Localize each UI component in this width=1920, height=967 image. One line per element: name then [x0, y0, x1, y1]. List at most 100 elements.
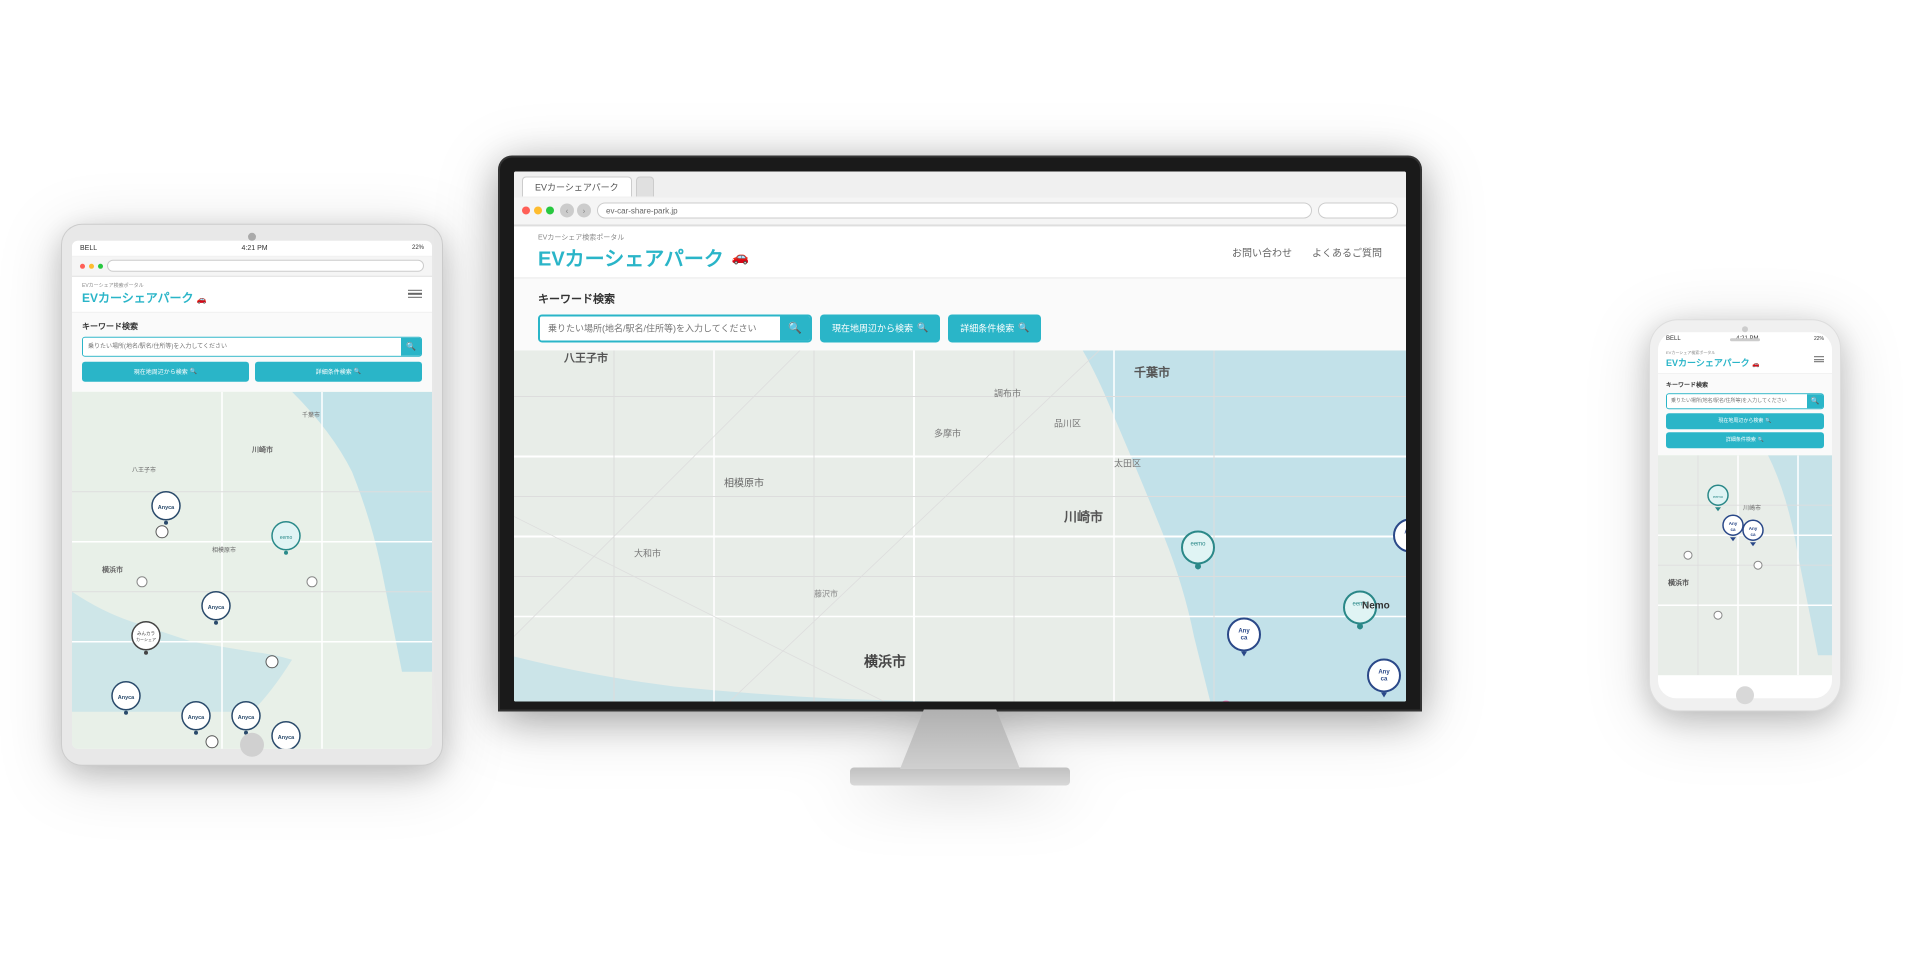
svg-text:Any: Any [1749, 526, 1758, 531]
svg-text:横浜市: 横浜市 [1668, 578, 1689, 587]
tablet-address-bar[interactable] [107, 260, 424, 272]
search-section: キーワード検索 🔍 現在地周辺から検索 🔍 詳細条件検索 [514, 278, 1406, 350]
keyword-search-box: 🔍 [538, 314, 812, 342]
nav-contact[interactable]: お問い合わせ [1232, 244, 1292, 259]
detail-btn-icon: 🔍 [1018, 322, 1029, 333]
phone-hamburger-line-1 [1814, 356, 1824, 357]
tl-red[interactable] [522, 206, 530, 214]
monitor-base [850, 767, 1070, 785]
tablet-hamburger-icon[interactable] [408, 290, 422, 299]
phone-detail-button[interactable]: 詳細条件検索 🔍 [1666, 432, 1824, 448]
forward-button[interactable]: › [577, 203, 591, 217]
phone-outer: BELL 4:21 PM 22% EVカーシェア検索ポータル EVカーシェアパー… [1650, 320, 1840, 710]
svg-text:藤沢市: 藤沢市 [814, 588, 838, 598]
phone-battery: 22% [1814, 336, 1824, 342]
phone-hamburger-line-2 [1814, 359, 1824, 360]
phone-location-icon: 🔍 [1765, 418, 1771, 424]
tablet-search-row: 🔍 [82, 336, 422, 356]
tl-yellow[interactable] [534, 206, 542, 214]
monitor-stand [900, 709, 1020, 769]
tablet-btn-row: 現在地周辺から検索 🔍 詳細条件検索 🔍 [82, 361, 422, 381]
tablet-detail-button[interactable]: 詳細条件検索 🔍 [255, 361, 422, 381]
back-button[interactable]: ‹ [560, 203, 574, 217]
tablet-tl-red [80, 263, 85, 268]
tablet-search-input[interactable] [83, 337, 401, 355]
browser-search[interactable] [1318, 202, 1398, 218]
svg-text:カーシェア: カーシェア [136, 636, 156, 641]
svg-text:Any: Any [1238, 628, 1250, 634]
phone-hamburger-icon[interactable] [1814, 356, 1824, 362]
address-bar[interactable]: ev-car-share-park.jp [597, 202, 1312, 218]
phone-location-button[interactable]: 現在地周辺から検索 🔍 [1666, 413, 1824, 429]
svg-text:横浜市: 横浜市 [864, 653, 906, 669]
search-section-title: キーワード検索 [538, 290, 1382, 306]
tablet-keyword-box: 🔍 [82, 336, 422, 356]
phone-site-header: EVカーシェア検索ポータル EVカーシェアパーク 🚗 [1658, 346, 1832, 374]
keyword-search-button[interactable]: 🔍 [780, 316, 810, 340]
svg-text:相模原市: 相模原市 [724, 476, 764, 489]
tablet-logo-car-icon: 🚗 [197, 295, 207, 304]
browser-tab-inactive[interactable] [636, 176, 654, 196]
svg-text:調布市: 調布市 [994, 387, 1021, 398]
tablet-search-button[interactable]: 🔍 [401, 337, 421, 355]
browser-controls: ‹ › ev-car-share-park.jp [514, 197, 1406, 225]
svg-text:相模原市: 相模原市 [212, 545, 236, 553]
browser-tabs-bar: EVカーシェアパーク [514, 171, 1406, 197]
svg-text:多摩市: 多摩市 [934, 427, 961, 438]
tablet-location-button[interactable]: 現在地周辺から検索 🔍 [82, 361, 249, 381]
phone-search-button[interactable]: 🔍 [1807, 394, 1823, 408]
phone-carrier: BELL [1666, 336, 1681, 342]
detail-search-button[interactable]: 詳細条件検索 🔍 [948, 314, 1041, 342]
phone-home-button[interactable] [1736, 686, 1754, 704]
map-container[interactable]: 八王子市 千葉市 川崎市 横浜市 相模原市 多摩市 調布市 品川区 太田区 大和… [514, 350, 1406, 701]
svg-text:ca: ca [1381, 676, 1388, 682]
keyword-search-input[interactable] [540, 316, 780, 340]
svg-text:Any: Any [1729, 521, 1738, 526]
tablet-hamburger-line-2 [408, 293, 422, 295]
detail-btn-label: 詳細条件検索 [960, 321, 1014, 334]
tablet-logo-main: EVカーシェアパーク 🚗 [82, 289, 207, 306]
tl-green[interactable] [546, 206, 554, 214]
location-btn-label: 現在地周辺から検索 [832, 321, 913, 334]
address-text: ev-car-share-park.jp [606, 206, 678, 215]
svg-text:川崎市: 川崎市 [251, 444, 273, 453]
svg-text:ca: ca [1750, 532, 1756, 537]
location-btn-icon: 🔍 [917, 322, 928, 333]
tablet-hamburger-line-1 [408, 290, 422, 292]
phone-detail-label: 詳細条件検索 [1726, 436, 1756, 443]
browser-tab-label: EVカーシェアパーク [535, 180, 619, 193]
phone-camera [1742, 326, 1748, 332]
tablet-screen: BELL 4:21 PM 22% EVカーシェア検索ポータル [72, 240, 432, 748]
traffic-lights [522, 206, 554, 214]
svg-text:千葉市: 千葉市 [302, 410, 320, 418]
site-navigation: お問い合わせ よくあるご質問 [1232, 244, 1382, 259]
phone-screen: BELL 4:21 PM 22% EVカーシェア検索ポータル EVカーシェアパー… [1658, 332, 1832, 698]
svg-text:ca: ca [1241, 635, 1248, 641]
svg-text:Anyca: Anyca [188, 714, 205, 720]
browser-tab-active[interactable]: EVカーシェアパーク [522, 176, 632, 196]
site-logo: EVカーシェア検索ポータル EVカーシェアパーク 🚗 [538, 232, 749, 271]
tablet-time: 4:21 PM [242, 244, 268, 251]
smartphone-device: BELL 4:21 PM 22% EVカーシェア検索ポータル EVカーシェアパー… [1650, 320, 1840, 710]
phone-logo-text: EVカーシェアパーク [1666, 358, 1750, 368]
site-logo-text: EVカーシェアパーク [538, 242, 724, 271]
browser-chrome: EVカーシェアパーク ‹ › [514, 171, 1406, 226]
tablet-site-header: EVカーシェア検索ポータル EVカーシェアパーク 🚗 [72, 276, 432, 312]
tablet-hamburger-line-3 [408, 297, 422, 299]
site-header: EVカーシェア検索ポータル EVカーシェアパーク 🚗 お問い合わせ よくあるご質… [514, 226, 1406, 278]
phone-logo-main: EVカーシェアパーク 🚗 [1666, 356, 1760, 369]
svg-text:eemo: eemo [1190, 541, 1206, 547]
svg-text:川崎市: 川崎市 [1743, 504, 1761, 512]
location-search-button[interactable]: 現在地周辺から検索 🔍 [820, 314, 940, 342]
website-content: EVカーシェア検索ポータル EVカーシェアパーク 🚗 お問い合わせ よくあるご質… [514, 226, 1406, 701]
nav-faq[interactable]: よくあるご質問 [1312, 244, 1382, 259]
search-controls: 🔍 現在地周辺から検索 🔍 詳細条件検索 🔍 [538, 314, 1382, 342]
phone-search-input[interactable] [1667, 394, 1807, 408]
tablet-location-icon: 🔍 [190, 368, 197, 375]
monitor-screen: EVカーシェアパーク ‹ › [514, 171, 1406, 701]
svg-text:川崎市: 川崎市 [1063, 509, 1103, 524]
svg-text:Anyca: Anyca [208, 604, 225, 610]
phone-logo: EVカーシェア検索ポータル EVカーシェアパーク 🚗 [1666, 350, 1760, 369]
tablet-home-button[interactable] [240, 732, 264, 756]
phone-location-label: 現在地周辺から検索 [1718, 417, 1763, 424]
